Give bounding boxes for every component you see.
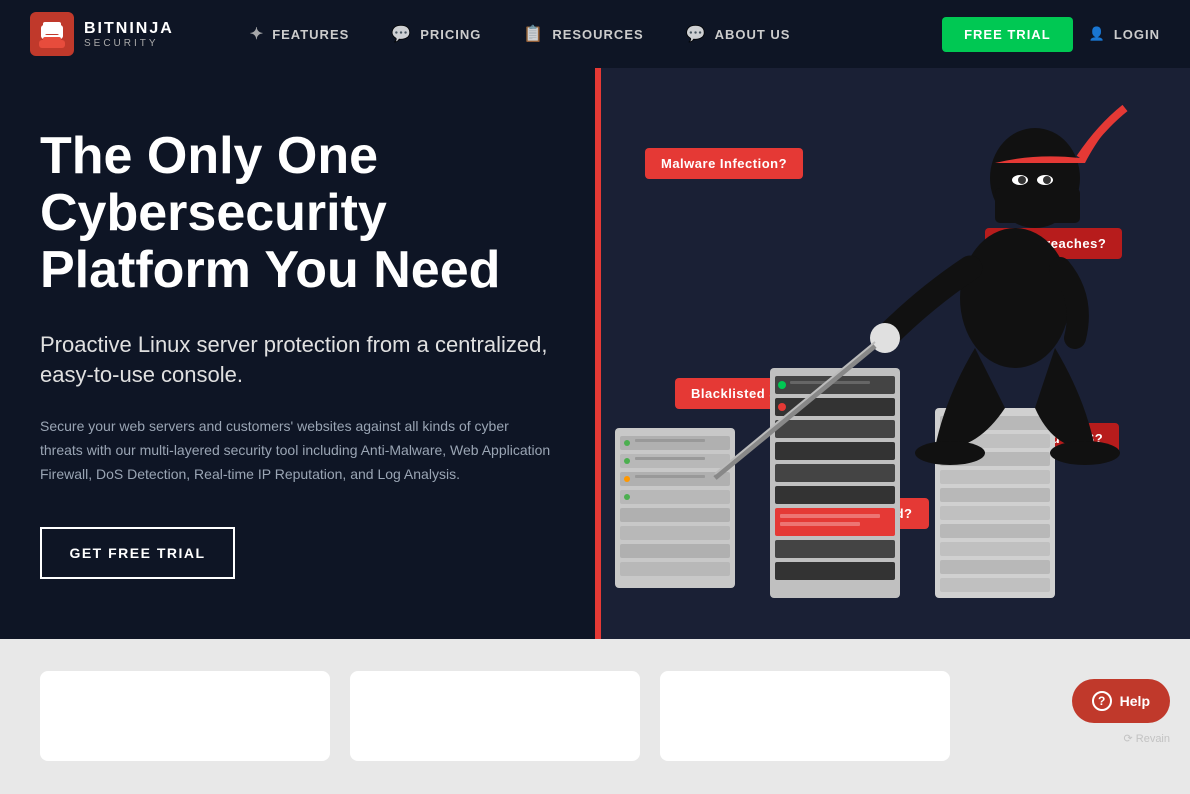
nav-right: FREE TRIAL 👤 LOGIN	[942, 17, 1160, 52]
navbar: BITNINJA SECURITY ✦ FEATURES 💬 PRICING 📋…	[0, 0, 1190, 68]
login-button[interactable]: 👤 LOGIN	[1089, 26, 1160, 42]
help-button[interactable]: ? Help	[1072, 679, 1170, 723]
nav-pricing[interactable]: 💬 PRICING	[375, 16, 497, 52]
server-illustration	[595, 68, 1190, 602]
review-card-2	[350, 671, 640, 761]
hero-right: Malware Infection? Data Breaches? Blackl…	[595, 68, 1190, 639]
resources-icon: 📋	[523, 24, 544, 44]
bottom-section	[0, 639, 1190, 794]
revain-watermark: ⟳ Revain	[1123, 732, 1170, 745]
hero-description: Secure your web servers and customers' w…	[40, 415, 555, 486]
logo-svg	[37, 19, 67, 49]
about-icon: 💬	[686, 24, 707, 44]
review-card-3	[660, 671, 950, 761]
review-card-1	[40, 671, 330, 761]
hero-title: The Only One Cybersecurity Platform You …	[40, 128, 555, 300]
nav-features[interactable]: ✦ FEATURES	[234, 16, 366, 52]
hero-left: The Only One Cybersecurity Platform You …	[0, 68, 595, 639]
brand-sub: SECURITY	[84, 38, 174, 49]
nav-resources[interactable]: 📋 RESOURCES	[507, 16, 659, 52]
logo-text: BITNINJA SECURITY	[84, 20, 174, 49]
nav-links: ✦ FEATURES 💬 PRICING 📋 RESOURCES 💬 ABOUT…	[234, 16, 942, 52]
features-icon: ✦	[250, 24, 264, 44]
brand-name: BITNINJA	[84, 20, 174, 38]
get-trial-button[interactable]: GET FREE TRIAL	[40, 527, 235, 579]
pricing-icon: 💬	[391, 24, 412, 44]
free-trial-button[interactable]: FREE TRIAL	[942, 17, 1073, 52]
nav-about[interactable]: 💬 ABOUT US	[670, 16, 807, 52]
logo-icon	[30, 12, 74, 56]
login-icon: 👤	[1089, 26, 1106, 42]
logo[interactable]: BITNINJA SECURITY	[30, 12, 174, 56]
help-circle-icon: ?	[1092, 691, 1112, 711]
ninja-body	[715, 108, 1125, 478]
hero-subtitle: Proactive Linux server protection from a…	[40, 330, 555, 392]
hero-section: The Only One Cybersecurity Platform You …	[0, 68, 1190, 639]
